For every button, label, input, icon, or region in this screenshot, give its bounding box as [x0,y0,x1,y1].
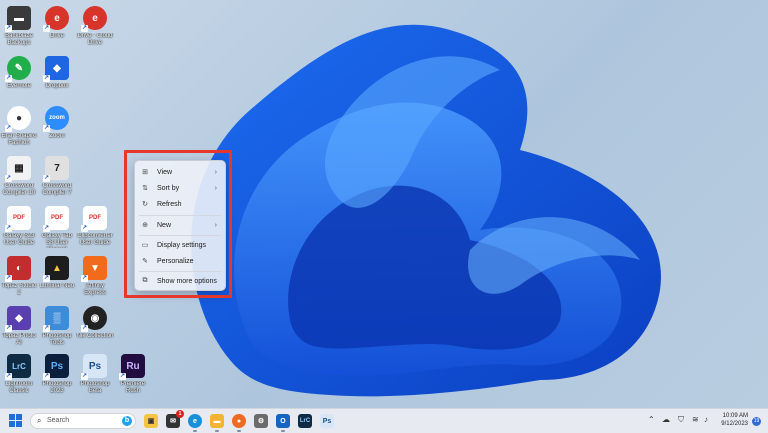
taskbar-photoshop-icon[interactable]: Ps [320,414,334,428]
desktop-icon-photoshop-beta[interactable]: Ps ↗ Photoshop Beta [76,354,114,395]
red-highlight-box [124,150,232,298]
taskbar-mail-icon[interactable]: ✉ 1 [166,410,184,428]
taskbar-search-box[interactable]: ⌕ Search b [30,413,136,429]
taskbar-lightroom-icon[interactable]: LrC [298,414,312,428]
volume-icon[interactable]: ♪ [704,415,708,424]
desktop-icon-label: Luminar Neo [39,283,75,289]
desktop-icon-drive[interactable]: e ↗ Drive [38,6,76,40]
desktop-icon-galaxy-s23-guide[interactable]: PDF ↗ Galaxy S23 User Guide [0,206,38,247]
backblaze-icon: ▬ ↗ [5,6,31,32]
premiere-rush-icon: Ru ↗ [119,354,145,380]
desktop-icon-label: Drive [49,33,64,39]
nik-collection-icon: ◉ ↗ [81,306,107,332]
cloud-icon[interactable]: ☁ [662,415,670,424]
pdf-icon: PDF ↗ [81,206,107,232]
wallpaper-bloom [191,24,661,397]
chevron-up-icon[interactable]: ⌃ [648,415,655,424]
desktop-icon-affinity[interactable]: ▼ ↗ Affinity Express [76,256,114,297]
desktop-icon-label: Nik Collection [76,333,114,339]
desktop-icon-topaz-photo-ai[interactable]: ◆ ↗ Topaz Photo AI [0,306,38,347]
desktop-icon-label: Topaz Photo AI [2,333,36,346]
windows-start-icon[interactable] [9,414,23,428]
desktop-icon-dropbox[interactable]: ◆ ↗ Dropbox [38,56,76,90]
desktop-icon-nik-collection[interactable]: ◉ ↗ Nik Collection [76,306,114,340]
desktop-icon-zoom[interactable]: zoom ↗ Zoom [38,106,76,140]
taskbar-outlook-icon[interactable]: O [276,414,290,432]
search-icon: ⌕ [37,416,42,425]
desktop-icon-label: Dropbox [45,83,69,89]
bing-icon: b [122,416,132,426]
desktop-icon-label: Drive - Cloud Drive [77,33,113,46]
desktop-icon-label: Photoshop Tools [42,333,72,346]
desktop-icon-crossword-7[interactable]: 7 ↗ Crossword Compiler 7 [38,156,76,197]
desktop-icon-label: Galaxy Tab S8 User Manual [42,233,72,248]
lightroom-icon: LrC ↗ [5,354,31,380]
crossword-icon: ▦ ↗ [5,156,31,182]
pdf-icon: PDF ↗ [5,206,31,232]
photoshop-beta-icon: Ps ↗ [81,354,107,380]
wifi-icon[interactable]: ≋ [692,415,699,424]
topaz-studio-icon: ◐ ↗ [5,256,31,282]
desktop-icon-galaxy-tab-manual[interactable]: PDF↗ Galaxy Tab S8 User Manual [38,206,76,248]
desktop-icon-backblaze[interactable]: ▬ ↗ Backblaze Backups [0,6,38,47]
shield-icon[interactable]: ⛉ [678,415,684,425]
desktop-icon-label: Affinity Express [84,283,106,296]
taskbar-folder-icon[interactable]: ▬ [210,414,224,432]
photoshop-tools-icon: ▒ ↗ [43,306,69,332]
taskbar-edge-icon[interactable]: e [188,414,202,432]
desktop-icon-label: Zoom [49,133,65,139]
fashion-icon: ● ↗ [5,106,31,132]
desktop-icon-label: Evernote [6,83,31,89]
desktop-icon-label: Photoshop 2023 [42,381,72,394]
desktop-icon-drive-cloud[interactable]: e ↗ Drive - Cloud Drive [76,6,114,47]
pdf-icon: PDF ↗ [43,206,69,232]
desktop-icon-label: Galaxy S23 User Guide [3,233,35,246]
desktop-icon-label: Crossword Compiler 10 [2,183,36,196]
desktop-icon-premiere-rush[interactable]: Ru ↗ Premiere Rush [114,354,152,395]
affinity-icon: ▼ ↗ [81,256,107,282]
desktop-icon-evernote[interactable]: ✎ ↗ Evernote [0,56,38,90]
desktop-icon-label: Eran Shapiro Fashion [1,133,37,146]
desktop-icon-lightroom-classic[interactable]: LrC ↗ Lightroom Classic [0,354,38,395]
taskbar-clock[interactable]: 10:09 AM 9/12/2023 [716,412,748,428]
dropbox-icon: ◆ ↗ [43,56,69,82]
desktop-icon-label: Backblaze Backups [5,33,33,46]
zoom-icon: zoom ↗ [43,106,69,132]
desktop-icon-label: Premiere Rush [120,381,146,394]
desktop-icon-clipconverter-guide[interactable]: PDF ↗ Clipconverter User Guide [76,206,114,247]
clock-time: 10:09 AM [722,413,748,419]
taskbar-firefox-icon[interactable]: ● [232,414,246,432]
drive-icon: e ↗ [43,6,69,32]
desktop-icon-label: Lightroom Classic [5,381,33,394]
desktop-icon-fashion[interactable]: ● ↗ Eran Shapiro Fashion [0,106,38,147]
clock-date: 9/12/2023 [721,421,748,427]
mail-badge: 1 [176,410,184,418]
topaz-photo-ai-icon: ◆ ↗ [5,306,31,332]
notification-badge[interactable]: 19 [752,417,761,426]
desktop-icon-crossword-10[interactable]: ▦ ↗ Crossword Compiler 10 [0,156,38,197]
desktop-icon-photoshop-tools[interactable]: ▒ ↗ Photoshop Tools [38,306,76,347]
crossword-7-icon: 7 ↗ [43,156,69,182]
search-placeholder: Search [47,417,70,424]
desktop-icon-label: Clipconverter User Guide [77,233,113,246]
desktop-icon-luminar-neo[interactable]: ▲ ↗ Luminar Neo [38,256,76,290]
desktop-icon-label: Photoshop Beta [80,381,110,394]
desktop-icon-label: Topaz Studio 2 [1,283,37,296]
drive-cloud-icon: e ↗ [81,6,107,32]
taskbar-settings-icon[interactable]: ⚙ [254,414,268,428]
desktop: ▬ ↗ Backblaze Backups e ↗ Drive e ↗ Drive -… [0,0,768,408]
desktop-icon-photoshop-2023[interactable]: Ps ↗ Photoshop 2023 [38,354,76,395]
desktop-icon-label: Crossword Compiler 7 [42,183,72,196]
taskbar: ⌕ Search b ▣ ✉ 1 e ▬ ● ⚙ O LrC Ps ⌃ ☁ ⛉ ≋… [0,408,768,433]
photoshop-icon: Ps ↗ [43,354,69,380]
taskbar-file-explorer-icon[interactable]: ▣ [144,414,158,428]
luminar-icon: ▲ ↗ [43,256,69,282]
evernote-icon: ✎ ↗ [5,56,31,82]
desktop-icon-topaz-studio[interactable]: ◐ ↗ Topaz Studio 2 [0,256,38,297]
